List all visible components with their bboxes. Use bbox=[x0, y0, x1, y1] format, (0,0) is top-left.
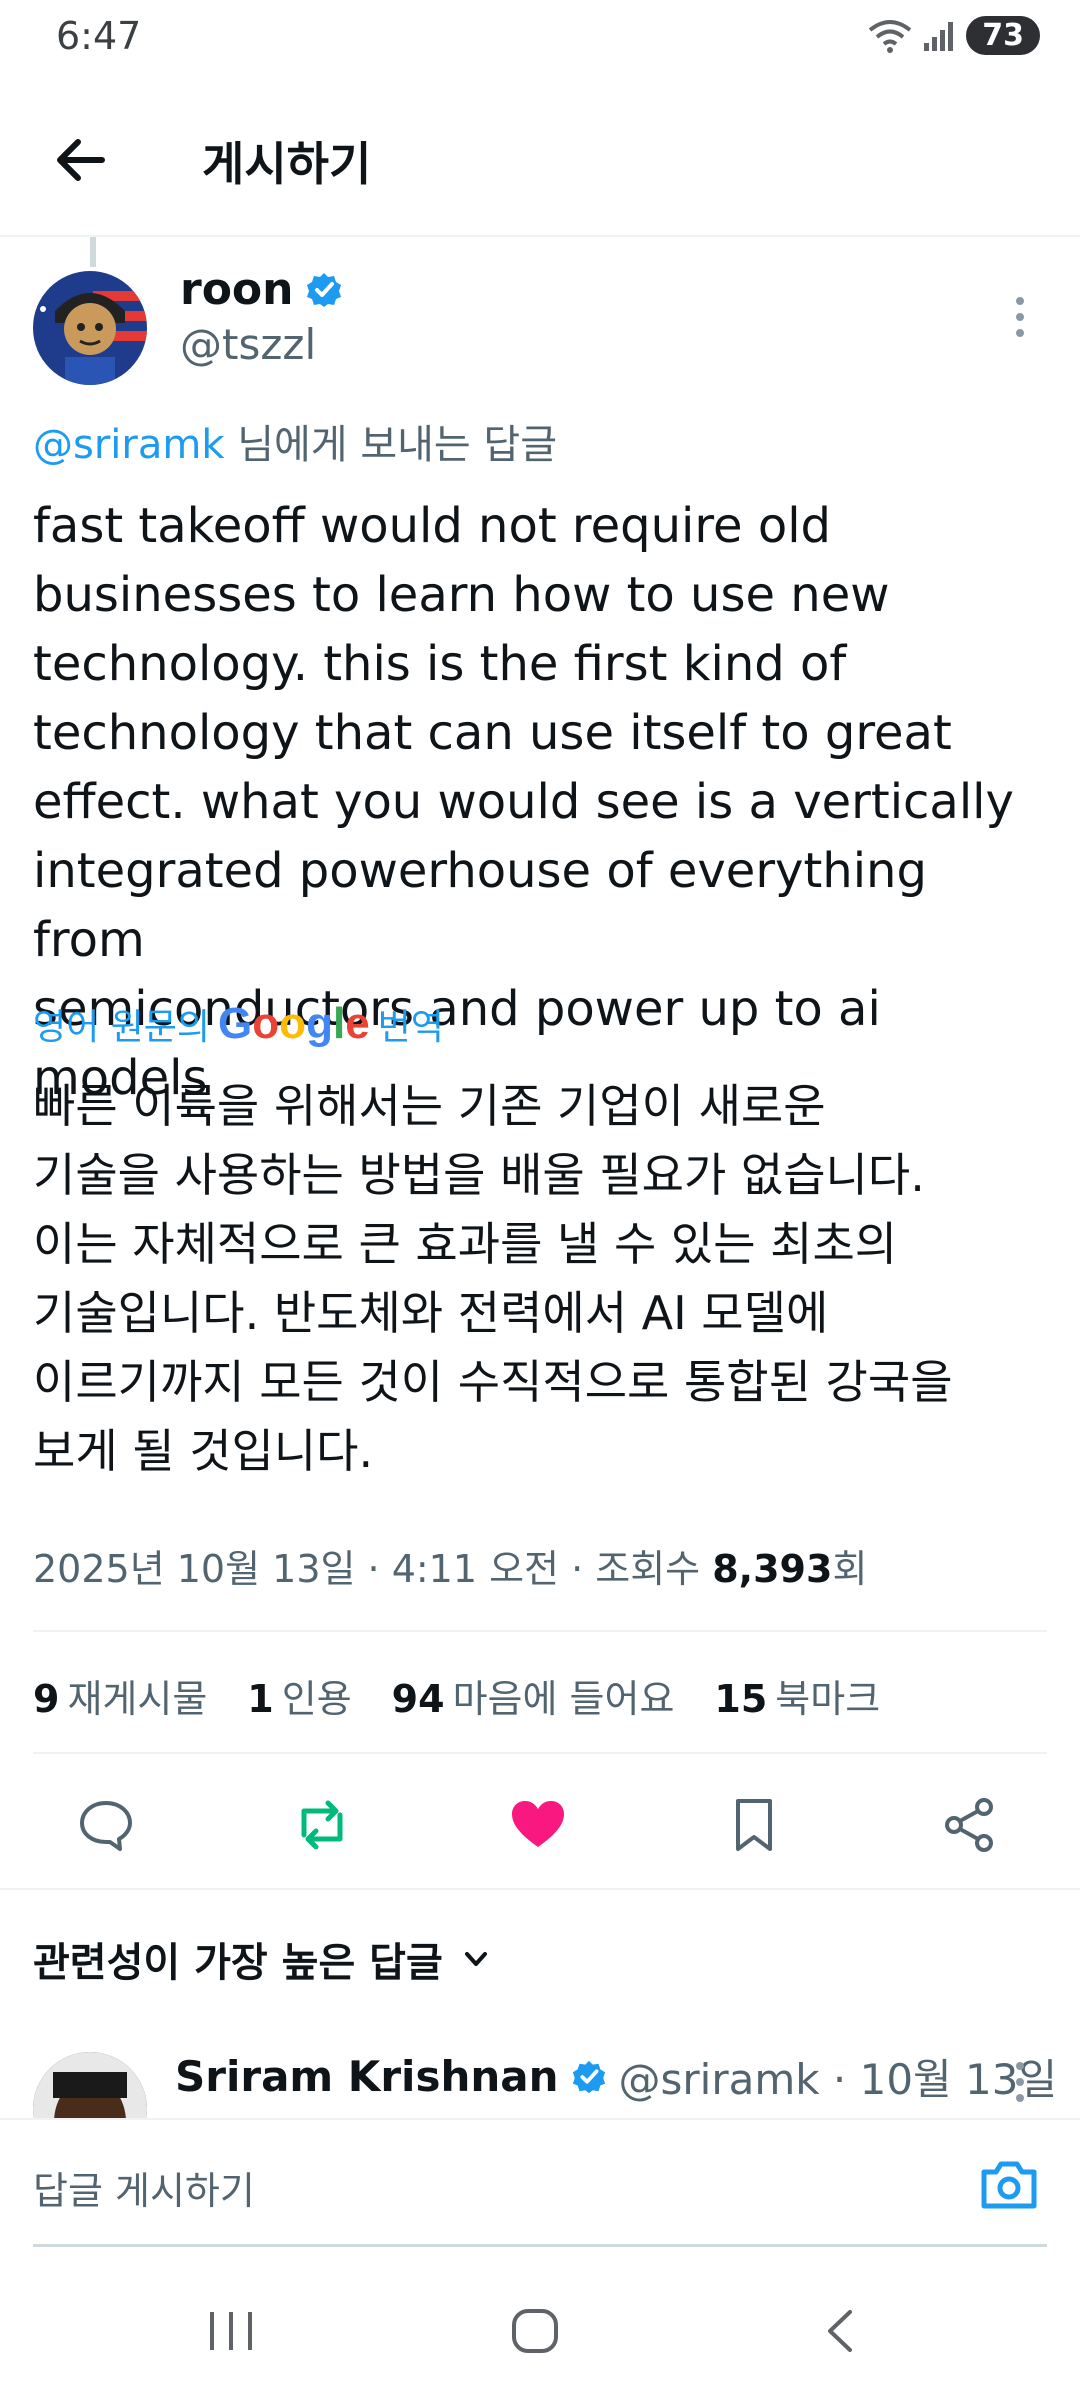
home-icon[interactable] bbox=[510, 2308, 560, 2354]
stat-bookmarks[interactable]: 15 북마크 bbox=[714, 1668, 880, 1723]
status-time: 6:47 bbox=[56, 14, 142, 58]
author-handle[interactable]: @tszzl bbox=[180, 320, 316, 369]
reply-more-options-icon[interactable] bbox=[1010, 2060, 1030, 2104]
view-suffix: 회 bbox=[832, 1547, 868, 1591]
reply-composer: 답글 게시하기 bbox=[0, 2118, 1080, 2250]
view-count: 8,393 bbox=[712, 1547, 833, 1591]
reply-to-suffix: 님에게 보내는 답글 bbox=[224, 422, 558, 468]
chevron-down-icon bbox=[464, 1952, 487, 1966]
replying-to-line: @sriramk 님에게 보내는 답글 bbox=[33, 412, 557, 470]
verified-badge-icon bbox=[572, 2060, 605, 2093]
back-arrow-icon[interactable] bbox=[50, 130, 110, 190]
reply-author-name: Sriram Krishnan bbox=[175, 2052, 559, 2101]
translate-prefix: 영어 원문의 bbox=[33, 1007, 211, 1048]
verified-badge-icon bbox=[307, 272, 342, 307]
system-navigation-bar bbox=[0, 2260, 1080, 2400]
timestamp: 2025년 10월 13일 · 4:11 오전 · 조회수 bbox=[33, 1547, 713, 1591]
recent-apps-icon[interactable] bbox=[206, 2308, 256, 2354]
google-logo: Google bbox=[218, 999, 370, 1048]
author-avatar[interactable] bbox=[33, 271, 147, 385]
system-back-icon[interactable] bbox=[820, 2308, 860, 2354]
tweet-meta: 2025년 10월 13일 · 4:11 오전 · 조회수 8,393회 bbox=[33, 1538, 867, 1593]
battery-indicator: 73 bbox=[966, 16, 1040, 55]
reply-input[interactable]: 답글 게시하기 bbox=[33, 2160, 255, 2215]
share-icon[interactable] bbox=[940, 1795, 1000, 1855]
app-header: 게시하기 bbox=[0, 80, 1080, 237]
more-options-icon[interactable] bbox=[1010, 295, 1030, 339]
camera-icon[interactable] bbox=[978, 2156, 1040, 2212]
bookmark-icon[interactable] bbox=[724, 1795, 784, 1855]
author-name[interactable]: roon bbox=[180, 264, 343, 315]
reply-icon[interactable] bbox=[76, 1795, 136, 1855]
reply-author[interactable]: Sriram Krishnan @sriramk · 10월 13일 bbox=[175, 2046, 1057, 2107]
translation-attribution[interactable]: 영어 원문의 Google 번역 bbox=[33, 998, 444, 1050]
divider bbox=[33, 1630, 1047, 1632]
stat-likes[interactable]: 94 마음에 들어요 bbox=[392, 1668, 675, 1723]
replies-sort-label: 관련성이 가장 높은 답글 bbox=[33, 1940, 443, 1986]
engagement-stats: 9 재게시물 1 인용 94 마음에 들어요 15 북마크 bbox=[33, 1668, 880, 1723]
composer-underline bbox=[33, 2244, 1047, 2247]
stat-reposts[interactable]: 9 재게시물 bbox=[33, 1668, 207, 1723]
stat-quotes[interactable]: 1 인용 bbox=[247, 1668, 351, 1723]
divider bbox=[33, 1752, 1047, 1754]
tweet-action-bar bbox=[0, 1780, 1080, 1870]
page-title: 게시하기 bbox=[202, 137, 372, 191]
status-icons: 73 bbox=[868, 16, 1040, 55]
replies-sort-selector[interactable]: 관련성이 가장 높은 답글 bbox=[33, 1930, 491, 1988]
wifi-icon bbox=[869, 19, 912, 53]
translate-suffix: 번역 bbox=[377, 1007, 444, 1048]
like-icon[interactable] bbox=[508, 1795, 568, 1855]
reply-author-handle: @sriramk · 10월 13일 bbox=[618, 2055, 1058, 2104]
signal-icon bbox=[924, 21, 954, 51]
translated-text: 빠른 이륙을 위해서는 기존 기업이 새로운 기술을 사용하는 방법을 배울 필… bbox=[33, 1079, 953, 1478]
section-divider bbox=[0, 1888, 1080, 1890]
author-name-text: roon bbox=[180, 264, 294, 315]
thread-connector-line bbox=[90, 237, 96, 267]
status-bar: 6:47 73 bbox=[0, 0, 1080, 80]
repost-icon[interactable] bbox=[292, 1795, 352, 1855]
reply-mention-link[interactable]: @sriramk bbox=[33, 422, 224, 468]
